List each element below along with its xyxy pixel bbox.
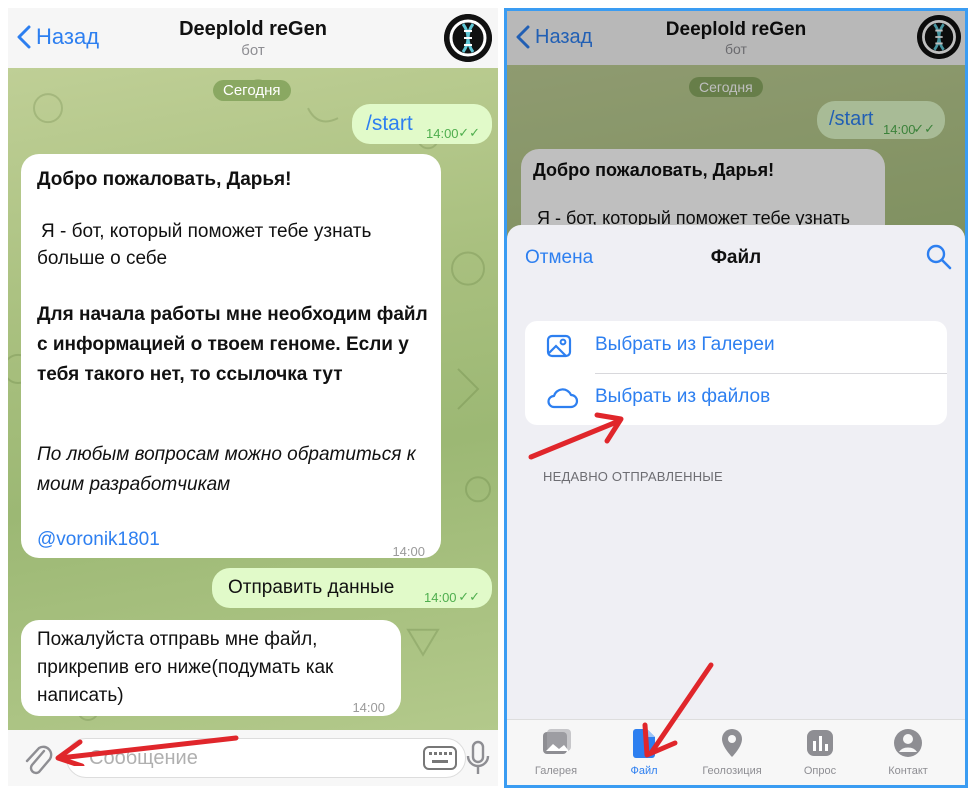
image-icon [546, 334, 572, 358]
developer-handle-link[interactable]: @voronik1801 [37, 526, 160, 553]
message-input-placeholder: Сообщение [89, 747, 198, 769]
option-files[interactable]: Выбрать из файлов [525, 373, 947, 425]
gallery-icon [543, 729, 571, 754]
keyboard-icon[interactable] [423, 745, 457, 771]
date-label: Сегодня [213, 80, 291, 101]
tab-poll[interactable]: Опрос [775, 726, 865, 777]
chat-header: Назад Deeplold reGen бот [8, 8, 498, 68]
tab-location[interactable]: Геолозиция [687, 726, 777, 777]
tab-label: Файл [630, 765, 658, 777]
read-ticks-icon: ✓✓ [458, 589, 480, 604]
option-label: Выбрать из файлов [595, 386, 771, 407]
tab-contact[interactable]: Контакт [863, 726, 953, 777]
dna-logo-icon [444, 14, 492, 62]
tab-label: Галерея [534, 765, 578, 777]
chat-subtitle: бот [241, 42, 265, 59]
poll-icon [807, 730, 833, 756]
intro-text: Я - бот, который поможет тебе узнать бол… [37, 221, 372, 269]
option-gallery[interactable]: Выбрать из Галереи [525, 321, 947, 373]
tab-file[interactable]: Файл [599, 726, 689, 777]
message-time: 14:00 [424, 590, 457, 605]
file-icon [633, 729, 655, 758]
message-bubble-in: Пожалуйста отправь мне файл, прикрепив е… [21, 620, 401, 716]
file-source-options: Выбрать из Галереи Выбрать из файлов [525, 321, 947, 425]
request-text: Для начала работы мне необходим файл с и… [37, 304, 428, 385]
paperclip-icon[interactable] [22, 742, 54, 776]
message-input-bar: Сообщение [8, 730, 498, 786]
cloud-icon [547, 388, 579, 409]
read-ticks-icon: ✓✓ [458, 125, 480, 140]
message-text: Пожалуйста отправь мне файл, прикрепив е… [37, 629, 334, 706]
message-time: 14:00 [352, 700, 385, 715]
chat-screen-left: Сегодня /start 14:00 ✓✓ Добро пожаловать… [8, 8, 498, 786]
message-bubble-in: Добро пожаловать, Дарья! Я - бот, которы… [21, 154, 441, 559]
chat-title: Deeplold reGen [179, 18, 327, 40]
questions-text: По любым вопросам можно обратиться к мои… [37, 444, 416, 495]
greeting-text: Добро пожаловать, Дарья! [37, 169, 292, 190]
search-icon[interactable] [925, 243, 953, 271]
tab-label: Контакт [888, 765, 928, 777]
message-input[interactable]: Сообщение [66, 738, 466, 778]
message-time: 14:00 [392, 544, 425, 559]
message-time: 14:00 [426, 126, 459, 141]
chat-wallpaper: Сегодня /start 14:00 ✓✓ Добро пожаловать… [8, 68, 498, 730]
tab-label: Геолозиция [702, 765, 762, 777]
tab-label: Опрос [803, 765, 837, 777]
bot-avatar[interactable] [444, 14, 492, 62]
message-bubble-out[interactable]: Отправить данные 14:00 ✓✓ [212, 568, 492, 608]
sheet-title: Файл [710, 247, 762, 268]
command-text[interactable]: /start [366, 110, 413, 137]
message-bubble-out[interactable]: /start 14:00 ✓✓ [352, 104, 492, 144]
contact-icon [894, 729, 922, 757]
chat-screen-right: Сегодня /start 14:00 ✓✓ Добро пожаловать… [504, 8, 968, 788]
recent-section-caption: НЕДАВНО ОТПРАВЛЕННЫЕ [543, 469, 723, 484]
option-label: Выбрать из Галереи [595, 334, 775, 355]
location-icon [722, 729, 742, 757]
file-picker-sheet: Отмена Файл Выбрать из Галереи Выбрать и… [507, 225, 965, 785]
attachment-tab-bar: Галерея Файл Геолозиция Опрос Контакт [507, 719, 965, 785]
tab-gallery[interactable]: Галерея [511, 726, 601, 777]
microphone-icon[interactable] [466, 740, 490, 776]
message-text: Отправить данные [228, 577, 395, 598]
